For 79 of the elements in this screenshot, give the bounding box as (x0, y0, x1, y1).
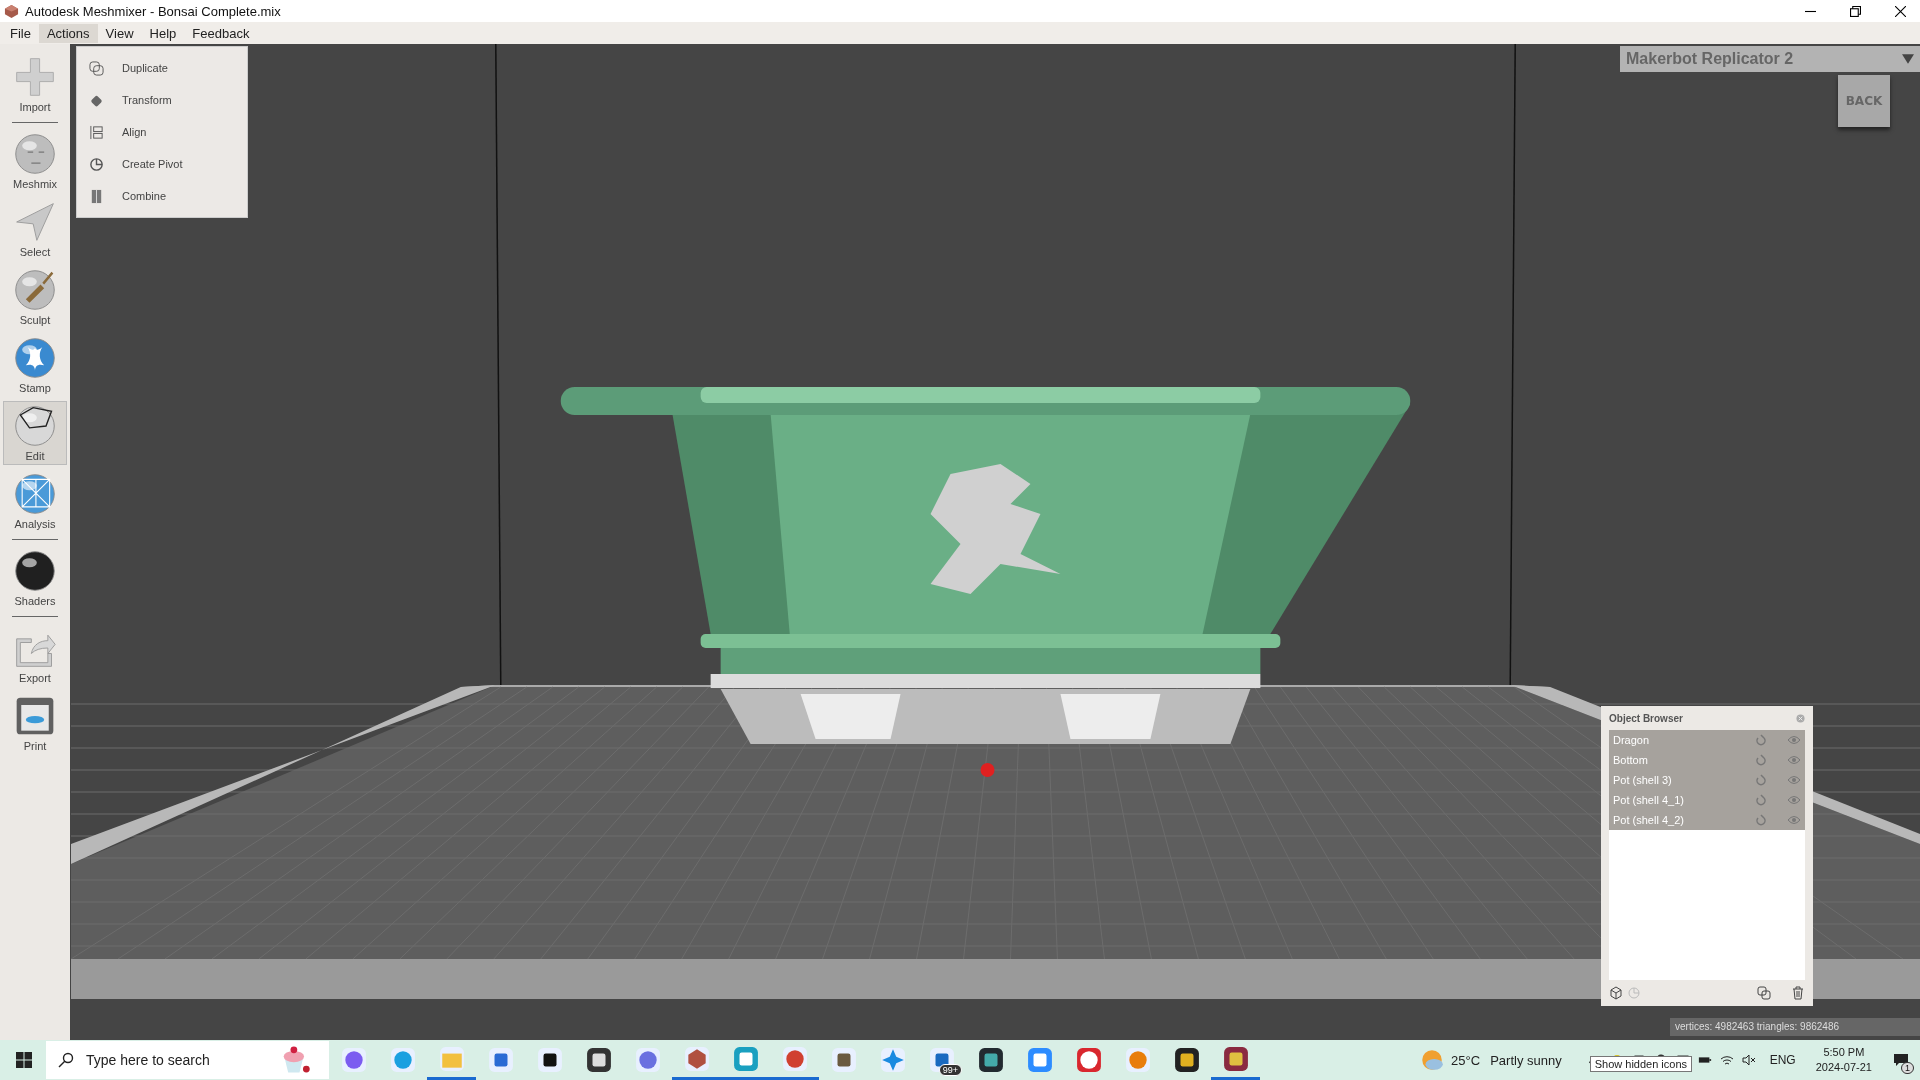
tool-button[interactable]: Shaders (3, 546, 67, 610)
tool-button[interactable]: Print (3, 691, 67, 755)
tool-button[interactable]: Select (3, 197, 67, 261)
panel-title: Object Browser (1609, 712, 1683, 724)
chat-bubble-icon (1893, 1053, 1909, 1067)
wifi-icon[interactable] (1719, 1054, 1734, 1066)
duplicate-icon[interactable] (1757, 986, 1771, 1000)
app-icon (683, 1045, 710, 1072)
app-icon (1173, 1047, 1200, 1073)
menu-item[interactable]: File (2, 23, 39, 43)
action-icon (89, 188, 104, 204)
app-icon (438, 1045, 465, 1072)
tool-icon (13, 404, 57, 448)
tool-button[interactable]: Meshmix (3, 129, 67, 193)
tool-button[interactable]: Edit (3, 401, 67, 465)
app-icon (487, 1047, 514, 1073)
tool-button[interactable]: Stamp (3, 333, 67, 397)
action-icon (89, 156, 104, 172)
window-title: Autodesk Meshmixer - Bonsai Complete.mix (25, 3, 281, 19)
tool-button[interactable]: Analysis (3, 469, 67, 533)
language-indicator[interactable]: ENG (1769, 1053, 1796, 1067)
menu-item[interactable]: Actions (38, 23, 98, 43)
temperature-text: 25°C (1451, 1052, 1481, 1068)
tool-icon (13, 472, 57, 516)
app-icon (1222, 1045, 1249, 1072)
app-icon (634, 1047, 661, 1073)
cube-icon[interactable] (1609, 986, 1623, 1000)
windows-start-icon[interactable] (16, 1052, 32, 1068)
tool-icon (13, 549, 57, 593)
dropdown-caret-icon (1902, 54, 1914, 64)
app-icon (1075, 1047, 1102, 1073)
search-input[interactable]: Type here to search (84, 1051, 268, 1069)
search-field[interactable]: Type here to search (46, 1041, 329, 1079)
app-icon (830, 1047, 857, 1073)
menu-item[interactable]: Align (77, 116, 247, 148)
menu-item[interactable]: Feedback (184, 23, 258, 43)
clock[interactable]: 5:50 PM 2024-07-21 (1809, 1045, 1878, 1075)
restore-icon[interactable] (1850, 5, 1861, 17)
action-icon (89, 124, 104, 140)
mesh-statistics: vertices: 4982463 triangles: 9862486 (1670, 1018, 1920, 1036)
app-logo-icon (4, 3, 19, 19)
weather-condition-text: Partly sunny (1490, 1052, 1562, 1068)
trash-icon[interactable] (1791, 986, 1805, 1000)
menu-item[interactable]: View (97, 23, 142, 43)
notification-button[interactable]: 1 (1886, 1042, 1916, 1078)
tool-icon (13, 132, 57, 176)
tool-button[interactable]: Sculpt (3, 265, 67, 329)
tool-icon (13, 200, 57, 244)
app-icon (1124, 1047, 1151, 1073)
tooltip: Show hidden icons (1589, 1056, 1693, 1072)
close-icon[interactable] (1895, 5, 1906, 17)
menu-item[interactable]: Duplicate (77, 52, 247, 84)
app-icon (781, 1045, 808, 1072)
app-icon (389, 1047, 416, 1073)
app-icon (585, 1047, 612, 1073)
count-badge: 99+ (938, 1064, 962, 1076)
pivot-point-icon (980, 763, 995, 777)
tool-icon (13, 55, 57, 99)
taskbar-button[interactable]: 99+ (917, 1040, 966, 1080)
app-icon (536, 1047, 563, 1073)
app-icon (1026, 1047, 1053, 1073)
app-icon (879, 1047, 906, 1073)
tool-button[interactable]: Import (3, 52, 67, 116)
battery-icon[interactable] (1697, 1054, 1712, 1066)
tool-button[interactable]: Export (3, 623, 67, 687)
tool-icon (13, 336, 57, 380)
action-icon (89, 60, 104, 76)
app-icon (732, 1045, 759, 1072)
menu-item[interactable]: Help (141, 23, 185, 43)
app-icon (340, 1047, 367, 1073)
speaker-muted-icon[interactable] (1741, 1054, 1756, 1066)
tool-icon (13, 268, 57, 312)
weather-icon (1419, 1047, 1446, 1073)
menu-item[interactable]: Transform (77, 84, 247, 116)
search-icon (58, 1052, 74, 1068)
menu-item[interactable]: Combine (77, 180, 247, 212)
app-icon (977, 1047, 1004, 1073)
count-badge: 1 (1901, 1062, 1914, 1074)
menu-item[interactable]: Create Pivot (77, 148, 247, 180)
